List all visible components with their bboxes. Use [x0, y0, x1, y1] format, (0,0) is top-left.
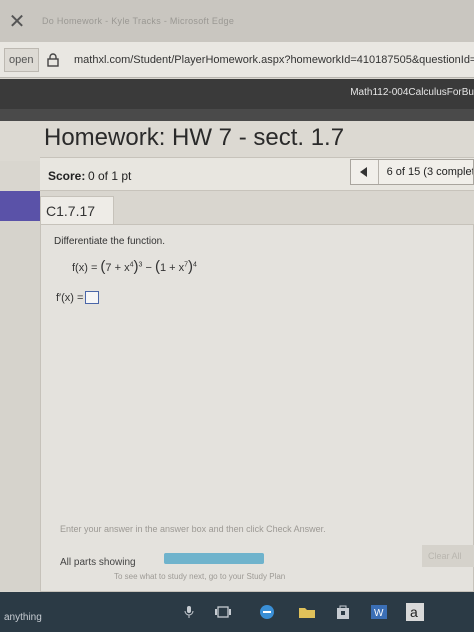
windows-taskbar — [0, 592, 474, 632]
term2-outer-exponent: 4 — [193, 261, 197, 269]
function-expression: f(x) = (7 + x4)3 − (1 + x7)4 — [72, 258, 197, 275]
score-value: 0 of 1 pt — [88, 169, 132, 183]
parts-showing-label: All parts showing — [60, 557, 136, 568]
question-label: C1.7.17 — [46, 203, 96, 219]
clear-all-button[interactable]: Clear All — [422, 545, 474, 567]
previous-question-button[interactable] — [351, 160, 379, 184]
question-count[interactable]: 6 of 15 (3 complete — [387, 166, 473, 178]
address-bar: open mathxl.com/Student/PlayerHomework.a… — [0, 42, 474, 78]
answer-hint: Enter your answer in the answer box and … — [60, 524, 326, 534]
edge-browser-icon[interactable] — [256, 601, 278, 623]
answer-row: f′(x) = — [56, 291, 100, 304]
left-gutter — [0, 221, 40, 591]
browser-tab-title: Do Homework - Kyle Tracks - Microsoft Ed… — [42, 16, 235, 26]
amazon-icon[interactable]: a — [404, 601, 426, 623]
task-view-icon[interactable] — [212, 601, 234, 623]
fx-lhs: f(x) = — [72, 262, 101, 274]
accent-strip — [0, 191, 40, 221]
question-panel — [40, 224, 474, 592]
chevron-left-icon — [360, 167, 368, 177]
word-icon[interactable]: W — [368, 601, 390, 623]
browser-titlebar: ✕ Do Homework - Kyle Tracks - Microsoft … — [0, 0, 474, 42]
header-subband — [0, 109, 474, 121]
microphone-icon[interactable] — [178, 601, 200, 623]
minus-sign: − — [142, 262, 155, 274]
close-icon[interactable]: ✕ — [0, 0, 34, 42]
page-title: Homework: HW 7 - sect. 1.7 — [44, 124, 345, 151]
url-field[interactable]: mathxl.com/Student/PlayerHomework.aspx?h… — [74, 54, 474, 66]
course-title: Math112-004CalculusForBu — [350, 87, 474, 98]
answer-input[interactable] — [85, 291, 100, 304]
term1-base: 7 + x — [105, 262, 130, 274]
store-icon[interactable] — [332, 601, 354, 623]
question-navigator: 6 of 15 (3 complete — [350, 159, 474, 185]
svg-text:W: W — [374, 608, 384, 619]
parts-progress-bar — [164, 553, 264, 564]
open-button[interactable]: open — [4, 47, 39, 72]
taskbar-search-text[interactable]: anything — [4, 612, 42, 623]
question-instruction: Differentiate the function. — [54, 236, 165, 247]
svg-text:a: a — [410, 604, 418, 620]
score-label: Score: — [48, 169, 86, 183]
study-plan-text: To see what to study next, go to your St… — [114, 572, 286, 581]
term2-base: 1 + x — [159, 262, 185, 274]
file-explorer-icon[interactable] — [296, 601, 318, 623]
lock-icon — [43, 48, 64, 72]
answer-label: f′(x) = — [56, 291, 84, 304]
progress-fill — [164, 553, 264, 564]
